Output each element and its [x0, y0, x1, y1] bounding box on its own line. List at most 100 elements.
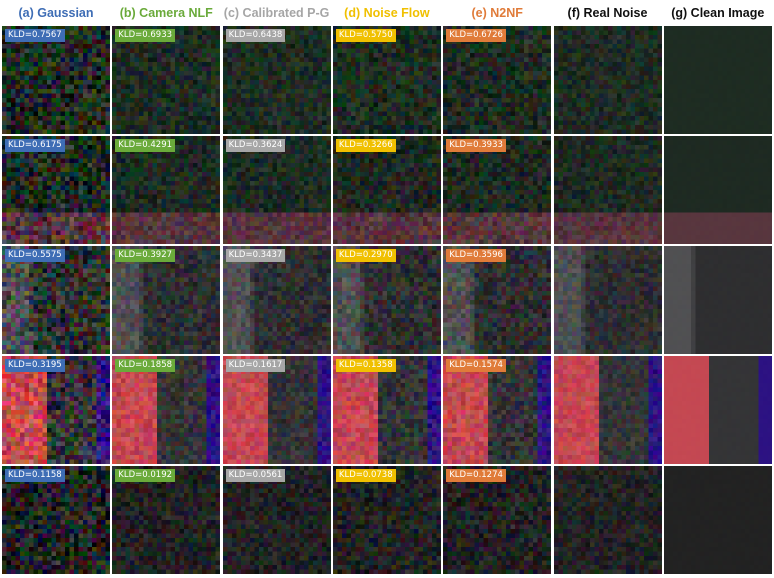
noise-texture [2, 26, 110, 134]
kld-label: KLD=0.6933 [115, 29, 176, 42]
kld-label: KLD=0.6438 [225, 29, 286, 42]
noise-texture [663, 356, 772, 464]
kld-label: KLD=0.3596 [446, 249, 506, 262]
noise-texture [553, 26, 662, 134]
image-tile: KLD=0.6933 [112, 26, 221, 134]
noise-comparison-figure: (a) Gaussian (b) Camera NLF (c) Calibrated… [0, 0, 774, 578]
image-tile: KLD=0.3596 [443, 246, 552, 354]
image-tile [553, 246, 662, 354]
image-tile: KLD=0.3437 [222, 246, 331, 354]
image-tile [553, 26, 662, 134]
kld-label: KLD=0.3624 [225, 139, 286, 152]
noise-texture [222, 356, 331, 464]
noise-texture [2, 246, 110, 354]
noise-texture [2, 136, 110, 244]
noise-texture [553, 246, 662, 354]
noise-texture [663, 466, 772, 574]
image-tile [663, 26, 772, 134]
column-header-camera-nlf: (b) Camera NLF [108, 0, 224, 26]
image-tile [553, 136, 662, 244]
kld-label: KLD=0.1858 [115, 359, 176, 372]
image-tile: KLD=0.6726 [443, 26, 552, 134]
kld-label: KLD=0.6726 [446, 29, 506, 42]
image-tile: KLD=0.0192 [112, 466, 221, 574]
kld-label: KLD=0.0738 [335, 469, 396, 482]
kld-label: KLD=0.3437 [225, 249, 286, 262]
noise-texture [112, 356, 221, 464]
image-tile: KLD=0.1617 [222, 356, 331, 464]
noise-texture [2, 466, 110, 574]
noise-texture [2, 356, 110, 464]
image-tile: KLD=0.3927 [112, 246, 221, 354]
noise-texture [332, 26, 441, 134]
image-tile: KLD=0.1274 [443, 466, 552, 574]
noise-texture [112, 466, 221, 574]
noise-texture [553, 136, 662, 244]
image-tile: KLD=0.3624 [222, 136, 331, 244]
noise-texture [222, 466, 331, 574]
image-tile [553, 466, 662, 574]
kld-label: KLD=0.1574 [446, 359, 506, 372]
noise-texture [443, 136, 552, 244]
image-tile: KLD=0.5575 [2, 246, 110, 354]
kld-label: KLD=0.1617 [225, 359, 286, 372]
noise-texture [112, 136, 221, 244]
kld-label: KLD=0.7567 [5, 29, 65, 42]
kld-label: KLD=0.3266 [335, 139, 396, 152]
kld-label: KLD=0.1274 [446, 469, 506, 482]
column-header-calibrated-pg: (c) Calibrated P-G [219, 0, 335, 26]
column-header-gaussian: (a) Gaussian [0, 0, 114, 26]
image-tile [663, 466, 772, 574]
kld-label: KLD=0.6175 [5, 139, 65, 152]
noise-texture [663, 26, 772, 134]
noise-texture [443, 26, 552, 134]
noise-texture [222, 246, 331, 354]
kld-label: KLD=0.0561 [225, 469, 286, 482]
noise-texture [663, 246, 772, 354]
image-tile: KLD=0.4291 [112, 136, 221, 244]
image-tile: KLD=0.1574 [443, 356, 552, 464]
noise-texture [222, 136, 331, 244]
kld-label: KLD=0.2970 [335, 249, 396, 262]
kld-label: KLD=0.4291 [115, 139, 176, 152]
kld-label: KLD=0.3927 [115, 249, 176, 262]
noise-texture [222, 26, 331, 134]
noise-texture [332, 466, 441, 574]
image-tile [663, 246, 772, 354]
noise-texture [443, 246, 552, 354]
kld-label: KLD=0.3933 [446, 139, 506, 152]
column-header-real-noise: (f) Real Noise [550, 0, 666, 26]
noise-texture [112, 26, 221, 134]
column-header-noise-flow: (d) Noise Flow [329, 0, 445, 26]
image-tile [663, 136, 772, 244]
noise-texture [332, 136, 441, 244]
noise-texture [443, 356, 552, 464]
kld-label: KLD=0.0192 [115, 469, 176, 482]
image-tile: KLD=0.6175 [2, 136, 110, 244]
noise-texture [443, 466, 552, 574]
image-tile: KLD=0.7567 [2, 26, 110, 134]
image-tile: KLD=0.1158 [2, 466, 110, 574]
image-tile: KLD=0.5750 [332, 26, 441, 134]
noise-texture [553, 466, 662, 574]
image-tile: KLD=0.2970 [332, 246, 441, 354]
kld-label: KLD=0.5750 [335, 29, 396, 42]
noise-texture [112, 246, 221, 354]
kld-label: KLD=0.1158 [5, 469, 65, 482]
image-tile: KLD=0.6438 [222, 26, 331, 134]
image-tile [663, 356, 772, 464]
noise-texture [663, 136, 772, 244]
image-tile: KLD=0.0561 [222, 466, 331, 574]
image-tile: KLD=0.3266 [332, 136, 441, 244]
kld-label: KLD=0.3195 [5, 359, 65, 372]
column-header-n2nf: (e) N2NF [439, 0, 555, 26]
image-tile: KLD=0.1358 [332, 356, 441, 464]
noise-texture [332, 246, 441, 354]
image-tile [553, 356, 662, 464]
image-tile: KLD=0.1858 [112, 356, 221, 464]
column-header-clean-image: (g) Clean Image [660, 0, 774, 26]
kld-label: KLD=0.5575 [5, 249, 65, 262]
image-tile: KLD=0.3933 [443, 136, 552, 244]
noise-texture [553, 356, 662, 464]
image-tile: KLD=0.3195 [2, 356, 110, 464]
